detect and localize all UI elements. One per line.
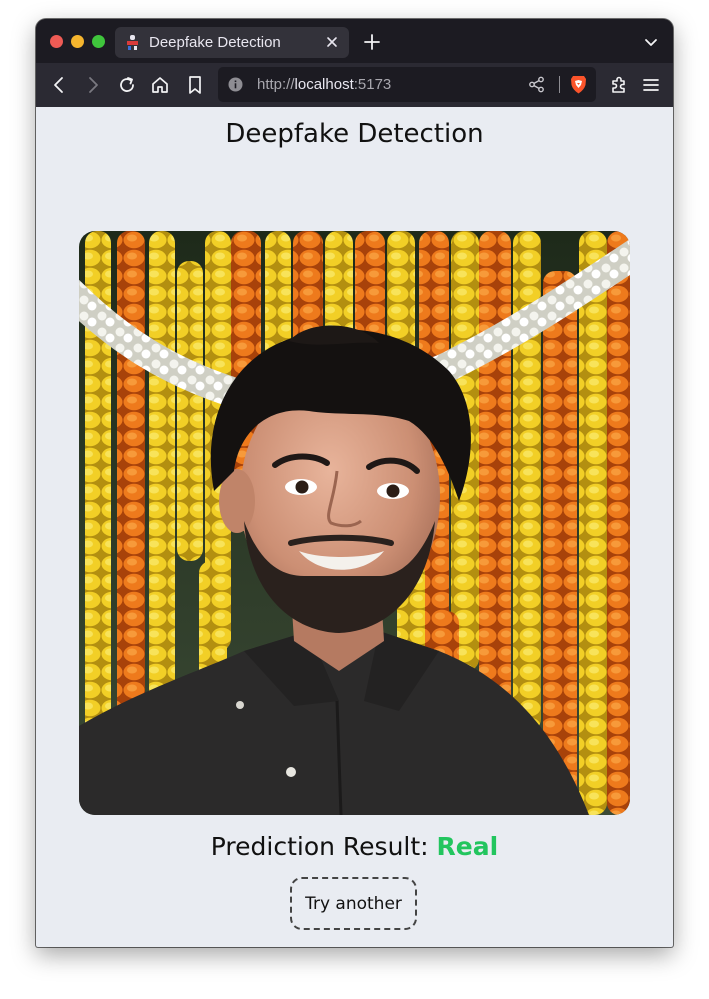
hamburger-menu-icon[interactable] (640, 74, 662, 96)
plus-icon[interactable] (363, 33, 381, 51)
close-window-button[interactable] (50, 35, 63, 48)
puzzle-piece-icon[interactable] (608, 74, 630, 96)
home-icon[interactable] (149, 74, 171, 96)
tab-strip: Deepfake Detection (36, 19, 673, 63)
url-scheme: http:// (257, 76, 295, 93)
url-text: http://localhost:5173 (257, 76, 391, 93)
tab-deepfake-detection[interactable]: Deepfake Detection (115, 27, 349, 58)
close-icon[interactable] (323, 33, 341, 51)
maximize-window-button[interactable] (92, 35, 105, 48)
address-bar[interactable]: http://localhost:5173 (218, 67, 596, 102)
prediction-result-label: Prediction Result: (210, 832, 437, 861)
tab-title: Deepfake Detection (149, 34, 281, 51)
chevron-down-icon[interactable] (643, 34, 659, 50)
uploaded-photo (79, 231, 630, 815)
brave-lion-icon[interactable] (570, 75, 587, 94)
try-another-button[interactable]: Try another (290, 877, 417, 930)
navigation-toolbar: http://localhost:5173 (36, 63, 673, 108)
app-favicon-icon (127, 35, 138, 50)
browser-window: Deepfake Detection http://localhost:5173… (36, 19, 673, 947)
prediction-result-value: Real (436, 832, 499, 861)
share-icon[interactable] (528, 76, 545, 93)
page-title: Deepfake Detection (225, 119, 484, 149)
minimize-window-button[interactable] (71, 35, 84, 48)
bookmark-icon[interactable] (184, 74, 206, 96)
url-port: :5173 (353, 76, 392, 93)
back-arrow-icon[interactable] (48, 74, 70, 96)
prediction-result: Prediction Result: Real (36, 832, 673, 861)
divider (559, 76, 560, 93)
reload-icon[interactable] (116, 74, 138, 96)
info-icon[interactable] (228, 77, 243, 92)
forward-arrow-icon[interactable] (82, 74, 104, 96)
page-content: Deepfake Detection Prediction Result: Re… (36, 107, 673, 947)
url-host: localhost (294, 76, 354, 93)
